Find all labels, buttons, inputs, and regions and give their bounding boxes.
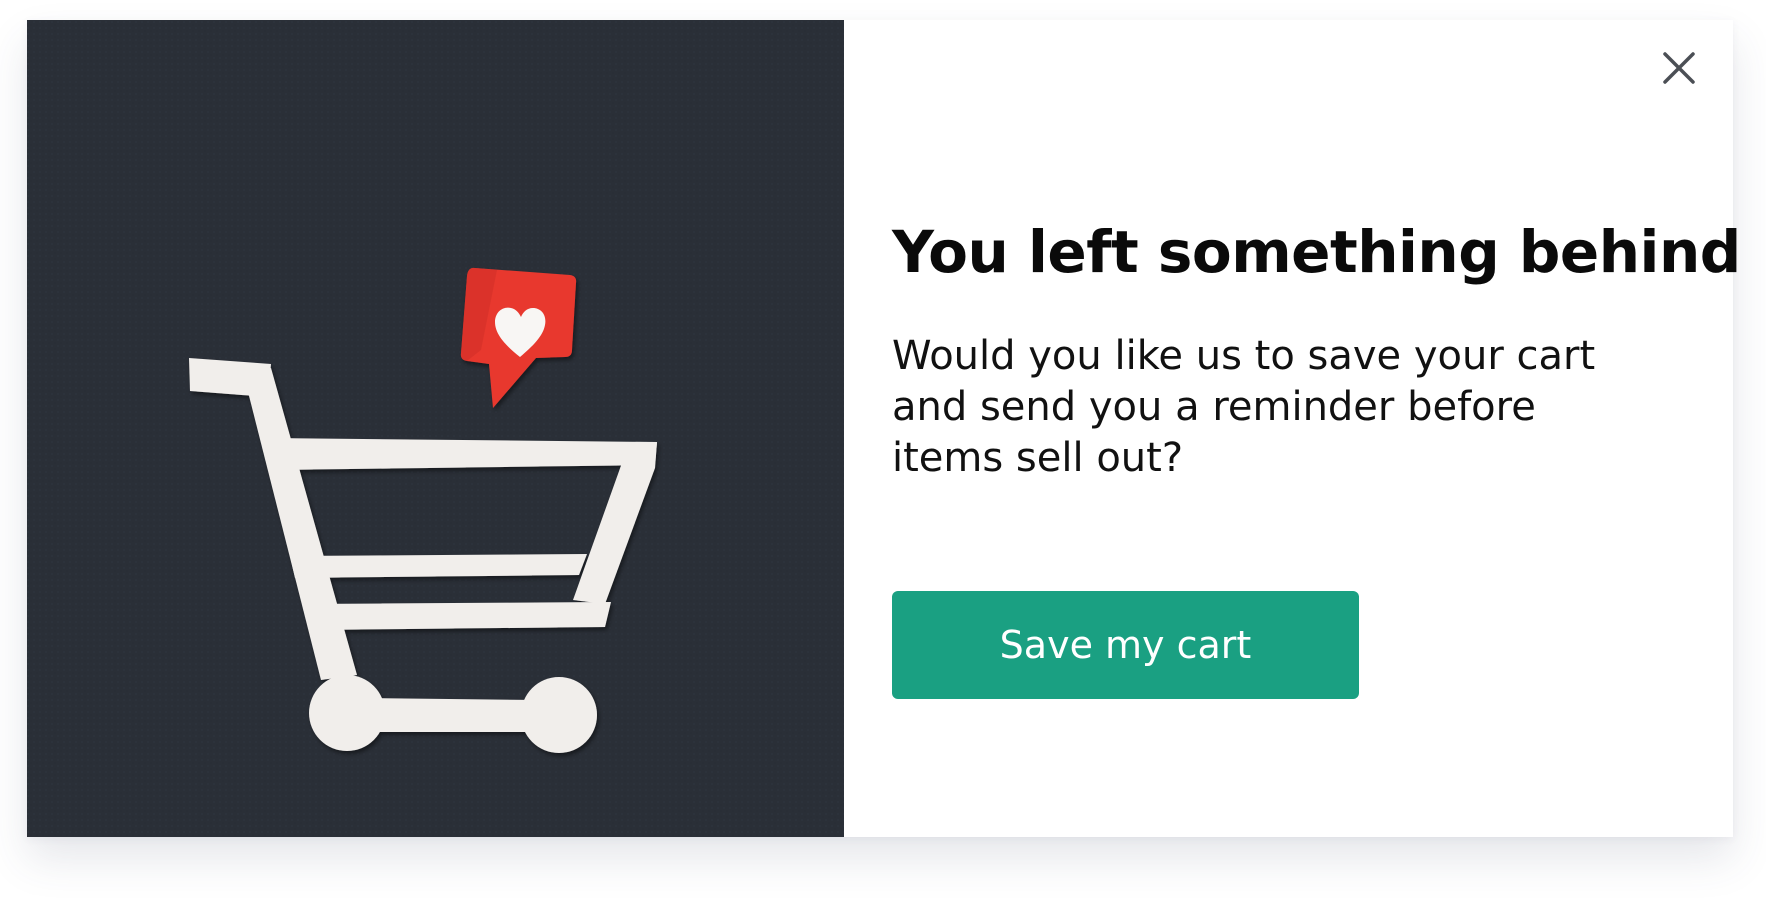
popup-message: Would you like us to save your cart and … <box>892 333 1596 481</box>
page-backdrop: You left something behind Would you like… <box>0 0 1766 920</box>
hero-image <box>27 20 844 837</box>
cart-reminder-popup: You left something behind Would you like… <box>27 20 1741 837</box>
popup-title: You left something behind <box>892 218 1741 286</box>
popup-content: You left something behind Would you like… <box>844 20 1741 837</box>
close-icon[interactable] <box>1662 51 1696 85</box>
hero-illustration <box>27 20 844 837</box>
save-cart-button[interactable]: Save my cart <box>892 591 1359 699</box>
close-button[interactable] <box>1655 44 1703 92</box>
